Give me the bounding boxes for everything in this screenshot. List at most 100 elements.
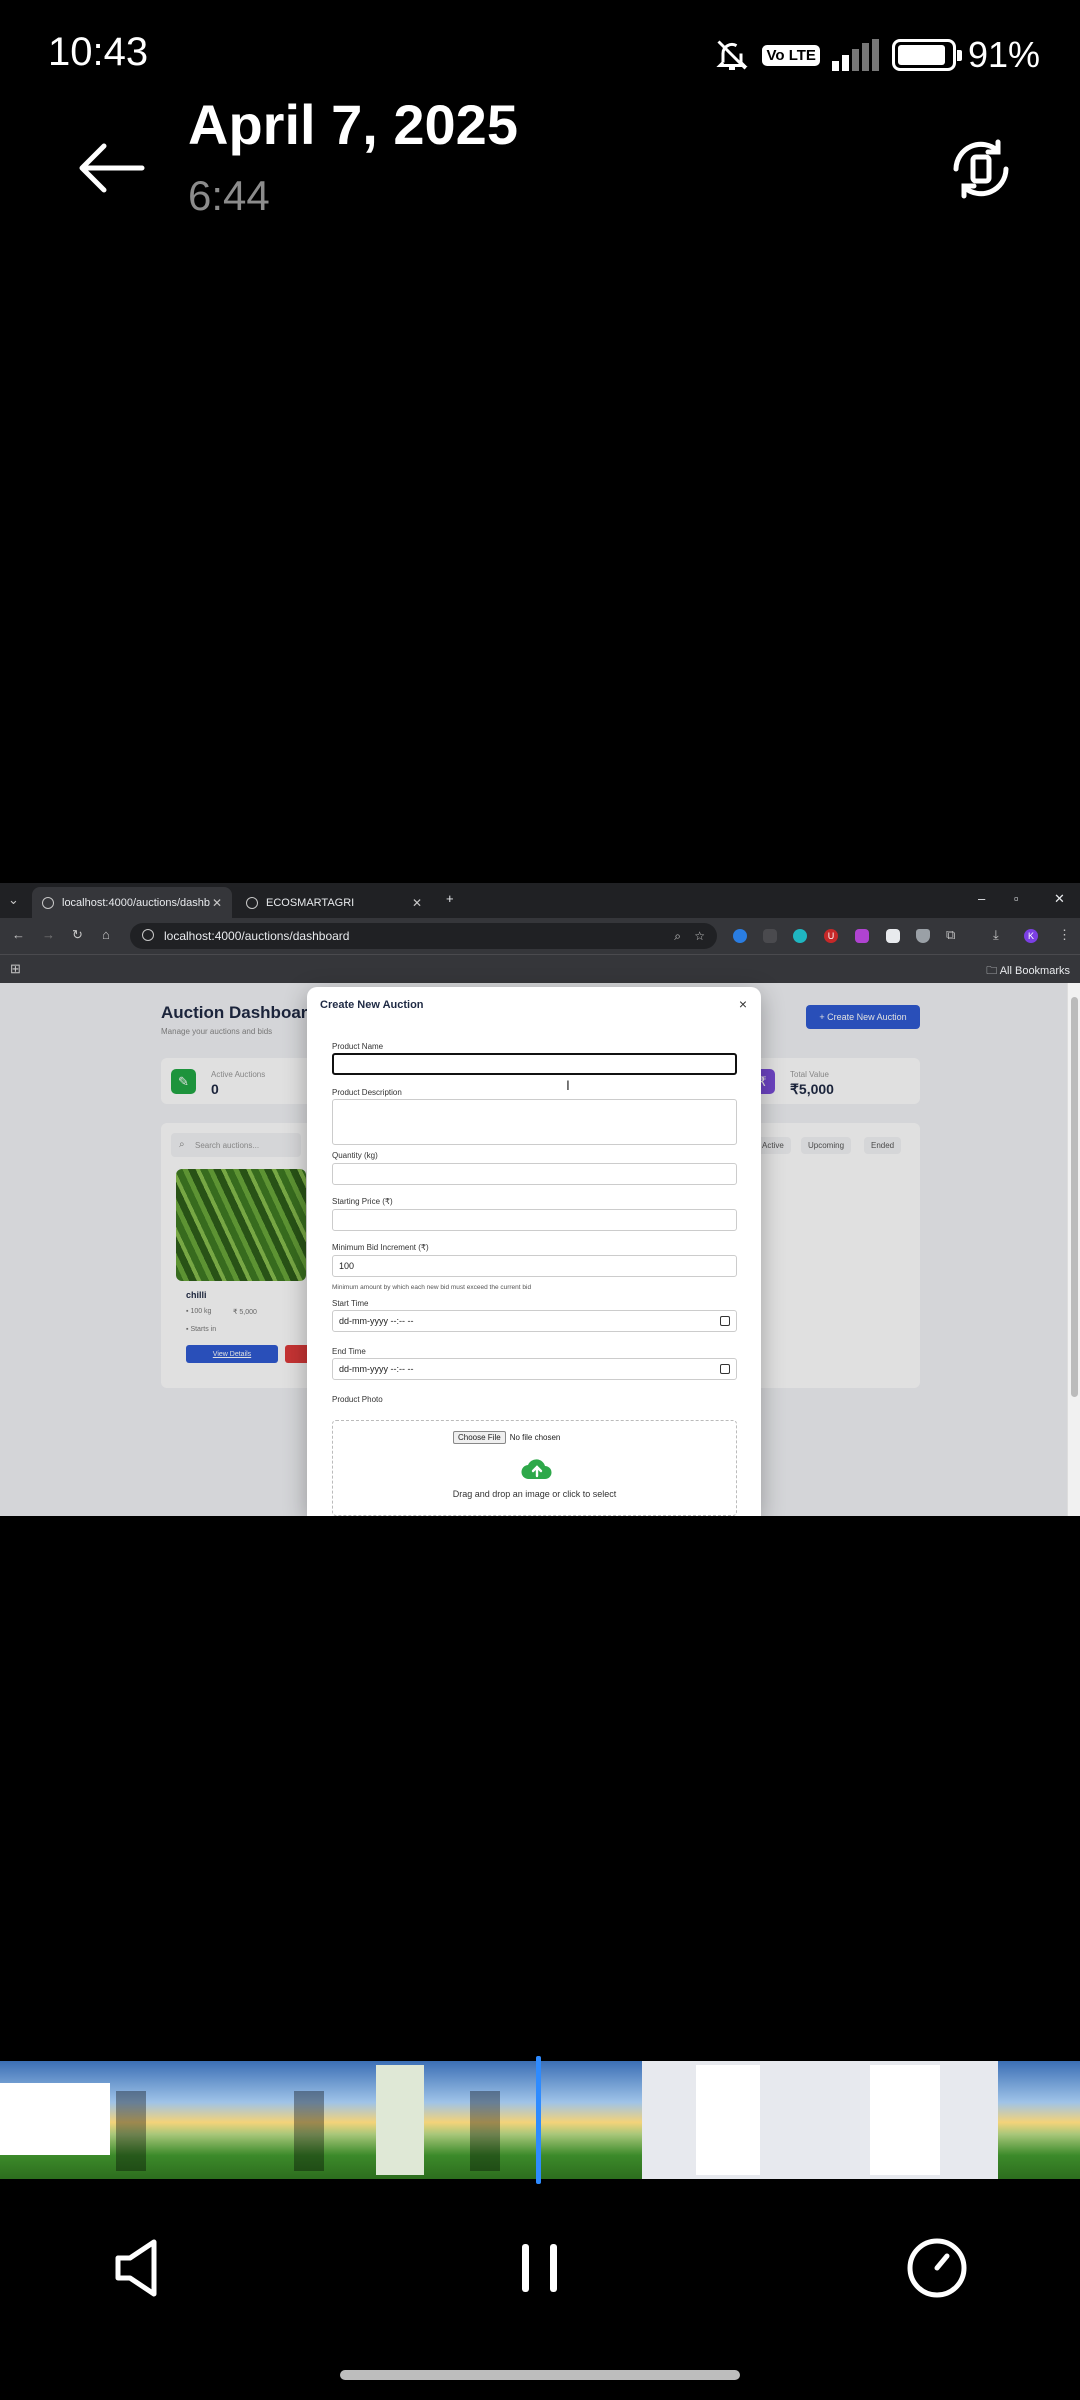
extension-icon[interactable] (793, 929, 807, 943)
product-name-label: Product Name (332, 1042, 384, 1051)
recording-duration: 6:44 (188, 172, 270, 219)
url-text: localhost:4000/auctions/dashboard (164, 929, 350, 943)
video-player-screen: 10:43 Vo LTE 91% April 7, 2025 6:44 ⌄ lo… (0, 0, 1080, 2400)
status-bar: 10:43 Vo LTE 91% (0, 0, 1080, 110)
back-arrow-icon[interactable] (76, 138, 146, 198)
bookmark-star-icon[interactable]: ☆ (694, 929, 705, 943)
calendar-icon[interactable] (720, 1364, 730, 1374)
forward-icon[interactable]: → (42, 927, 55, 942)
create-auction-modal: Create New Auction × Product Name Produc… (307, 987, 761, 1516)
thumbnail-sidebar (294, 2091, 324, 2171)
modal-title: Create New Auction (320, 999, 424, 1011)
all-bookmarks[interactable]: 🗀 All Bookmarks (986, 962, 1070, 981)
extension-icon[interactable] (855, 929, 869, 943)
site-info-icon[interactable] (142, 929, 154, 941)
product-photo-label: Product Photo (332, 1395, 383, 1404)
close-tab-icon[interactable]: ✕ (412, 896, 422, 910)
home-indicator[interactable] (340, 2370, 740, 2380)
scrollbar-thumb[interactable] (1071, 997, 1078, 1397)
bookmarks-bar: ⊞ 🗀 All Bookmarks (0, 954, 1080, 983)
menu-kebab-icon[interactable]: ⋮ (1058, 927, 1071, 943)
status-time: 10:43 (48, 30, 149, 74)
apps-grid-icon[interactable]: ⊞ (10, 961, 21, 977)
min-increment-label: Minimum Bid Increment (₹) (332, 1243, 429, 1252)
reload-icon[interactable]: ↻ (72, 927, 83, 943)
timeline-thumbnail (290, 2061, 466, 2179)
tab-title: ECOSMARTAGRI (266, 896, 355, 909)
rotate-screen-icon[interactable] (946, 134, 1016, 204)
browser-tab-strip: ⌄ localhost:4000/auctions/dashb ✕ ECOSMA… (0, 883, 1080, 918)
datetime-placeholder: dd-mm-yyyy --:-- -- (339, 1364, 414, 1374)
volume-icon[interactable] (114, 2238, 170, 2298)
start-time-input[interactable]: dd-mm-yyyy --:-- -- (332, 1310, 737, 1332)
download-icon[interactable]: ⤓ (993, 927, 999, 943)
close-window-icon[interactable]: ✕ (1054, 891, 1065, 907)
profile-avatar[interactable]: K (1024, 929, 1038, 943)
zoom-icon[interactable]: ⌕ (674, 929, 681, 944)
minimize-icon[interactable]: – (978, 891, 985, 906)
browser-toolbar: ← → ↻ ⌂ localhost:4000/auctions/dashboar… (0, 918, 1080, 954)
speed-icon[interactable] (905, 2236, 969, 2300)
timeline-playhead[interactable] (536, 2056, 541, 2184)
status-icons: Vo LTE 91% (714, 34, 1040, 76)
close-icon[interactable]: × (739, 996, 747, 1012)
dropzone-text: Drag and drop an image or click to selec… (452, 1489, 617, 1499)
starting-price-label: Starting Price (₹) (332, 1197, 393, 1206)
all-bookmarks-label: All Bookmarks (999, 965, 1070, 977)
cloud-upload-icon (521, 1459, 552, 1480)
bell-off-icon (716, 40, 749, 70)
datetime-placeholder: dd-mm-yyyy --:-- -- (339, 1316, 414, 1326)
extensions-puzzle-icon[interactable]: ⧉ (946, 927, 955, 943)
new-tab-button[interactable]: + (446, 891, 454, 906)
quantity-input[interactable] (332, 1163, 737, 1185)
min-increment-help: Minimum amount by which each new bid mus… (332, 1284, 532, 1291)
tab-ecosmartagri[interactable]: ECOSMARTAGRI ✕ (236, 887, 432, 918)
photo-dropzone[interactable]: Choose File No file chosen Drag and drop… (332, 1420, 737, 1516)
product-name-input[interactable] (332, 1053, 737, 1075)
product-description-label: Product Description (332, 1088, 402, 1097)
file-chooser[interactable]: Choose File No file chosen (453, 1431, 560, 1444)
page-scrollbar[interactable] (1067, 983, 1080, 1516)
min-increment-input[interactable]: 100 (332, 1255, 737, 1277)
timeline-thumbnail (0, 2061, 112, 2179)
extension-icon[interactable] (763, 929, 777, 943)
thumbnail-sidebar (116, 2091, 146, 2171)
end-time-input[interactable]: dd-mm-yyyy --:-- -- (332, 1358, 737, 1380)
recording-date: April 7, 2025 (188, 93, 518, 156)
timeline-thumbnail (820, 2061, 998, 2179)
thumbnail-modal (696, 2065, 760, 2175)
close-tab-icon[interactable]: ✕ (212, 896, 222, 910)
shield-icon[interactable] (916, 929, 930, 943)
address-bar[interactable]: localhost:4000/auctions/dashboard ⌕ ☆ (130, 923, 717, 949)
battery-icon (891, 39, 962, 71)
battery-level (897, 45, 946, 65)
extension-badge-icon[interactable]: U (824, 929, 838, 943)
pause-icon[interactable] (518, 2242, 562, 2294)
choose-file-button[interactable]: Choose File (453, 1431, 506, 1444)
timeline-thumbnail (998, 2061, 1080, 2179)
no-file-text: No file chosen (509, 1433, 561, 1442)
text-cursor-icon: I (566, 1077, 570, 1093)
tab-auctions-dashboard[interactable]: localhost:4000/auctions/dashb ✕ (32, 887, 232, 918)
starting-price-input[interactable] (332, 1209, 737, 1231)
signal-icon (831, 39, 879, 71)
thumbnail-sidebar (470, 2091, 500, 2171)
volte-icon: Vo LTE (762, 44, 820, 66)
timeline-thumbnail (112, 2061, 290, 2179)
tab-title: localhost:4000/auctions/dashb (62, 896, 210, 909)
timeline-thumbnail (642, 2061, 820, 2179)
extension-icon[interactable] (733, 929, 747, 943)
timeline-thumbnail (466, 2061, 642, 2179)
back-icon[interactable]: ← (12, 927, 25, 942)
product-description-input[interactable] (332, 1099, 737, 1145)
globe-icon (42, 896, 54, 909)
maximize-icon[interactable]: ▫ (1014, 891, 1019, 906)
battery-percent: 91% (967, 34, 1040, 75)
tab-search-icon[interactable]: ⌄ (8, 892, 19, 908)
extension-icon[interactable] (886, 929, 900, 943)
calendar-icon[interactable] (720, 1316, 730, 1326)
home-icon[interactable]: ⌂ (102, 927, 110, 942)
thumbnail-modal (870, 2065, 940, 2175)
globe-icon (246, 896, 258, 909)
quantity-label: Quantity (kg) (332, 1151, 378, 1160)
